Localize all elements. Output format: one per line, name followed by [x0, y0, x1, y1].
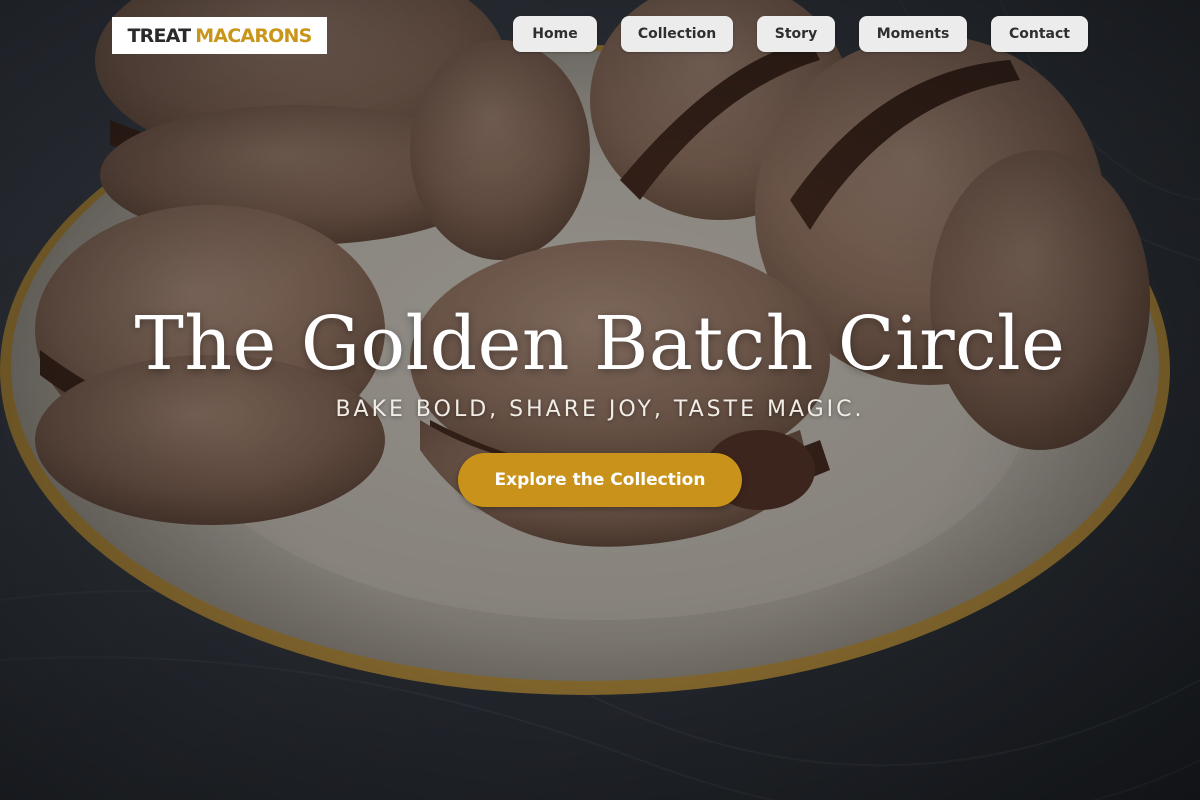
- hero-content: The Golden Batch Circle BAKE BOLD, SHARE…: [0, 0, 1200, 800]
- hero-section: TREAT MACARONS Home Collection Story Mome…: [0, 0, 1200, 800]
- hero-tagline: BAKE BOLD, SHARE JOY, TASTE MAGIC.: [335, 397, 865, 422]
- explore-collection-button[interactable]: Explore the Collection: [458, 453, 742, 507]
- hero-title: The Golden Batch Circle: [134, 301, 1066, 387]
